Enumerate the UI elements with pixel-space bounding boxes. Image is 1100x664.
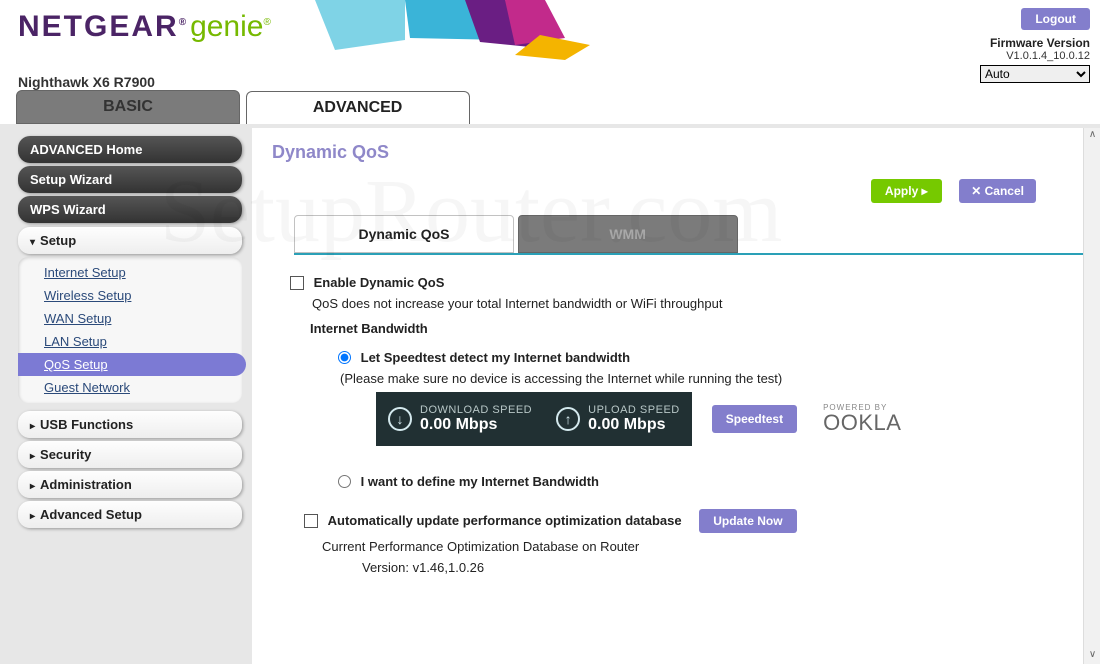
tab-advanced[interactable]: ADVANCED	[246, 91, 470, 124]
speedtest-button[interactable]: Speedtest	[712, 405, 797, 433]
brand-netgear: NETGEAR®	[18, 10, 188, 44]
radio-speedtest-detect[interactable]	[338, 351, 351, 364]
sidebar-item-wireless-setup[interactable]: Wireless Setup	[18, 284, 242, 307]
sidebar-administration[interactable]: Administration	[18, 471, 242, 498]
firmware-value: V1.0.1.4_10.0.12	[980, 50, 1090, 62]
upload-icon: ↑	[556, 407, 580, 431]
sidebar-item-qos-setup[interactable]: QoS Setup	[18, 353, 246, 376]
radio-manual-bandwidth[interactable]	[338, 475, 351, 488]
download-icon: ↓	[388, 407, 412, 431]
update-now-button[interactable]: Update Now	[699, 509, 796, 533]
sidebar-item-wan-setup[interactable]: WAN Setup	[18, 307, 242, 330]
db-version: Version: v1.46,1.0.26	[362, 560, 1074, 575]
download-speed-label: DOWNLOAD SPEED	[420, 404, 532, 416]
sidebar-security[interactable]: Security	[18, 441, 242, 468]
logout-button[interactable]: Logout	[1021, 8, 1090, 30]
speedtest-note: (Please make sure no device is accessing…	[340, 371, 1074, 386]
ookla-brand: POWERED BY OOKLA	[823, 404, 901, 434]
enable-dynamic-qos-checkbox[interactable]	[290, 276, 304, 290]
sidebar-item-lan-setup[interactable]: LAN Setup	[18, 330, 242, 353]
download-speed-value: 0.00 Mbps	[420, 416, 532, 434]
sidebar-item-guest-network[interactable]: Guest Network	[18, 376, 242, 399]
language-select[interactable]: Auto	[980, 65, 1090, 83]
tab-basic[interactable]: BASIC	[16, 90, 240, 124]
sidebar-advanced-setup[interactable]: Advanced Setup	[18, 501, 242, 528]
speed-panel: ↓ DOWNLOAD SPEED 0.00 Mbps ↑ UPLOAD SPEE…	[376, 392, 692, 446]
brand-genie: genie®	[190, 10, 271, 43]
scroll-up-icon[interactable]: ∧	[1085, 128, 1100, 144]
auto-update-label: Automatically update performance optimiz…	[328, 513, 682, 528]
sidebar: ADVANCED Home Setup Wizard WPS Wizard Se…	[0, 124, 252, 664]
sidebar-advanced-home[interactable]: ADVANCED Home	[18, 136, 242, 163]
sidebar-usb-functions[interactable]: USB Functions	[18, 411, 242, 438]
db-current-label: Current Performance Optimization Databas…	[322, 539, 1074, 554]
internet-bandwidth-header: Internet Bandwidth	[310, 321, 1074, 336]
sidebar-setup-wizard[interactable]: Setup Wizard	[18, 166, 242, 193]
subtab-wmm[interactable]: WMM	[518, 215, 738, 253]
sidebar-wps-wizard[interactable]: WPS Wizard	[18, 196, 242, 223]
sidebar-setup[interactable]: Setup	[18, 227, 242, 254]
scrollbar[interactable]: ∧ ∨	[1083, 128, 1100, 664]
cancel-button[interactable]: ✕ Cancel	[959, 179, 1036, 203]
subtab-dynamic-qos[interactable]: Dynamic QoS	[294, 215, 514, 253]
decorative-shapes	[315, 0, 595, 60]
enable-dynamic-qos-label: Enable Dynamic QoS	[314, 275, 445, 290]
page-title: Dynamic QoS	[272, 142, 1094, 163]
scroll-down-icon[interactable]: ∨	[1085, 648, 1100, 664]
radio-speedtest-label: Let Speedtest detect my Internet bandwid…	[361, 350, 630, 365]
upload-speed-label: UPLOAD SPEED	[588, 404, 680, 416]
enable-note: QoS does not increase your total Interne…	[312, 296, 1074, 311]
content-area: Dynamic QoS Apply ▸ ✕ Cancel Dynamic QoS…	[252, 128, 1100, 664]
auto-update-checkbox[interactable]	[304, 514, 318, 528]
radio-manual-label: I want to define my Internet Bandwidth	[361, 474, 599, 489]
firmware-label: Firmware Version	[980, 36, 1090, 50]
sidebar-item-internet-setup[interactable]: Internet Setup	[18, 261, 242, 284]
apply-button[interactable]: Apply ▸	[871, 179, 942, 203]
model-name: Nighthawk X6 R7900	[18, 74, 1100, 90]
upload-speed-value: 0.00 Mbps	[588, 416, 680, 434]
